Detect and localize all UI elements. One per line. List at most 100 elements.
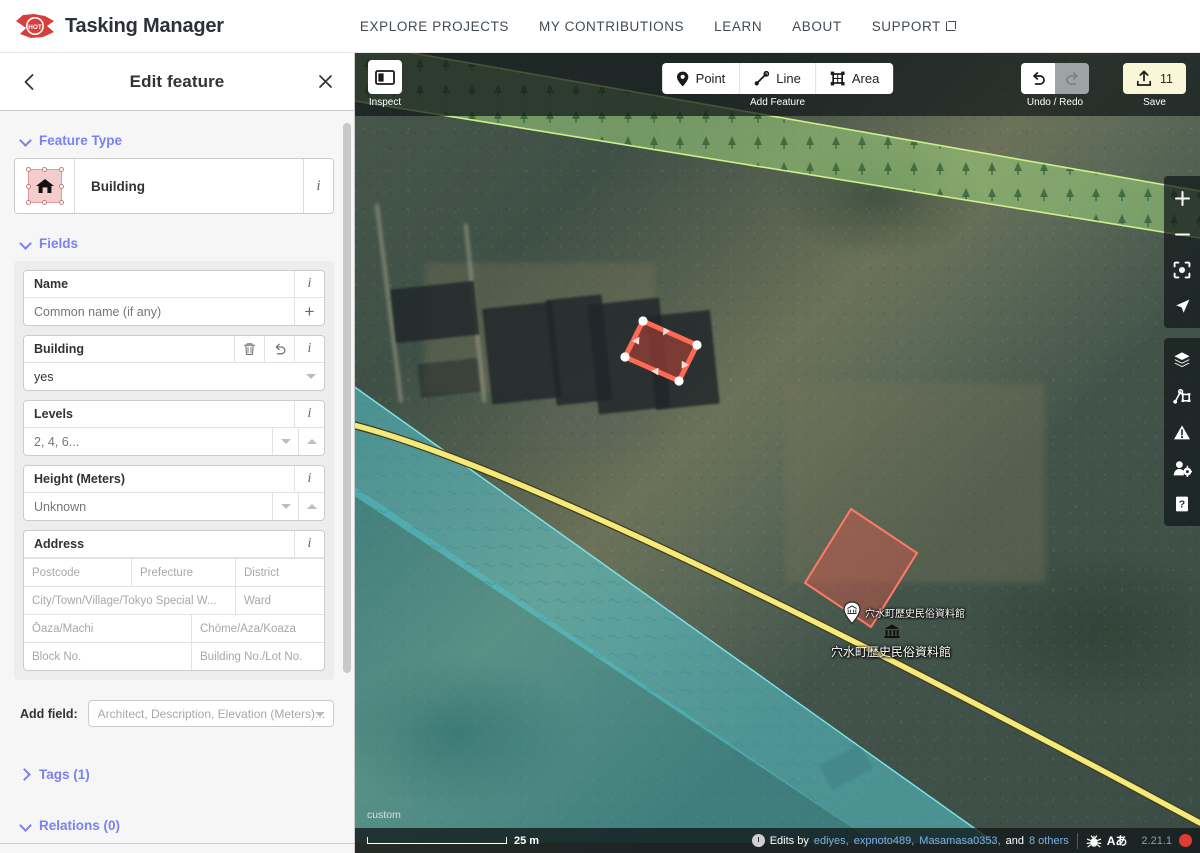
add-name-button[interactable]: + bbox=[294, 298, 324, 325]
levels-increment-icon[interactable] bbox=[298, 428, 324, 455]
museum-building bbox=[803, 507, 919, 629]
editor-link-3[interactable]: Masamasa0353, bbox=[919, 835, 1000, 847]
address-postcode-input[interactable]: Postcode bbox=[24, 559, 132, 586]
selected-building bbox=[620, 316, 702, 386]
preferences-button[interactable] bbox=[1164, 450, 1200, 486]
tags-disclosure[interactable]: Tags (1) bbox=[20, 767, 334, 782]
help-book-icon: ? bbox=[1176, 496, 1188, 512]
nav-link-label: ABOUT bbox=[792, 18, 842, 34]
height-decrement-icon[interactable] bbox=[272, 493, 298, 520]
add-field-combo[interactable]: Architect, Description, Elevation (Meter… bbox=[87, 700, 334, 727]
name-input[interactable] bbox=[24, 298, 294, 325]
levels-input[interactable] bbox=[24, 428, 272, 455]
zoom-out-button[interactable] bbox=[1164, 216, 1200, 252]
sidebar-scrollbar[interactable] bbox=[343, 111, 351, 843]
undo-field-icon[interactable] bbox=[264, 336, 294, 362]
background-settings-button[interactable] bbox=[1164, 342, 1200, 378]
address-building-no-input[interactable]: Building No./Lot No. bbox=[192, 643, 324, 670]
editor-link-2[interactable]: expnoto489, bbox=[854, 835, 915, 847]
brand-logo-link[interactable]: HOT Tasking Manager bbox=[0, 12, 224, 40]
back-button[interactable] bbox=[16, 69, 42, 95]
help-button[interactable]: ? bbox=[1164, 486, 1200, 522]
zoom-to-selection-button[interactable] bbox=[1164, 252, 1200, 288]
fields-disclosure[interactable]: Fields bbox=[20, 236, 334, 251]
map-canvas[interactable]: 穴水町歴史民俗資料館 穴水町歴史民俗資料館 Inspect Point Line… bbox=[355, 53, 1200, 853]
brand-title: Tasking Manager bbox=[65, 14, 224, 37]
levels-decrement-icon[interactable] bbox=[272, 428, 298, 455]
field-info-icon[interactable]: i bbox=[294, 271, 324, 297]
museum-poi-pin[interactable] bbox=[843, 601, 861, 630]
osm-vector-overlay bbox=[355, 53, 1200, 843]
field-header: Address i bbox=[24, 531, 324, 558]
add-point-label: Point bbox=[695, 71, 726, 86]
feature-type-preview bbox=[15, 159, 75, 213]
chevron-down-icon bbox=[315, 711, 325, 717]
hot-logo-icon: HOT bbox=[14, 12, 56, 40]
editor-link-1[interactable]: ediyes, bbox=[814, 835, 849, 847]
address-oaza-input[interactable]: Ōaza/Machi bbox=[24, 615, 192, 642]
add-area-button[interactable]: Area bbox=[816, 63, 893, 94]
address-city-input[interactable]: City/Town/Village/Tokyo Special W... bbox=[24, 587, 236, 614]
field-info-icon[interactable]: i bbox=[294, 466, 324, 492]
field-label: Name bbox=[34, 277, 69, 291]
address-row: Ōaza/Machi Chōme/Aza/Koaza bbox=[24, 614, 324, 642]
feature-type-info-icon[interactable]: i bbox=[303, 159, 333, 213]
edits-by-block: Edits by ediyes, expnoto489, Masamasa035… bbox=[751, 834, 1077, 847]
map-data-button[interactable] bbox=[1164, 378, 1200, 414]
scrollbar-thumb[interactable] bbox=[343, 123, 351, 673]
field-info-icon[interactable]: i bbox=[294, 401, 324, 427]
field-label: Address bbox=[34, 537, 85, 551]
undo-arrow-icon bbox=[1032, 71, 1045, 85]
chevron-right-icon bbox=[20, 769, 31, 780]
address-block-input[interactable]: Block No. bbox=[24, 643, 192, 670]
building-value[interactable]: yes bbox=[24, 363, 298, 390]
address-ward-input[interactable]: Ward bbox=[236, 587, 324, 614]
address-district-input[interactable]: District bbox=[236, 559, 324, 586]
field-info-icon[interactable]: i bbox=[294, 336, 324, 362]
address-prefecture-input[interactable]: Prefecture bbox=[132, 559, 236, 586]
height-input[interactable] bbox=[24, 493, 272, 520]
map-data-icon bbox=[1173, 388, 1191, 404]
version-label: 2.21.1 bbox=[1141, 834, 1172, 847]
add-point-button[interactable]: Point bbox=[662, 63, 741, 94]
nav-link-my-contributions[interactable]: MY CONTRIBUTIONS bbox=[539, 19, 684, 34]
chevron-down-icon bbox=[20, 135, 31, 146]
nav-link-explore-projects[interactable]: EXPLORE PROJECTS bbox=[360, 19, 509, 34]
area-polygon-icon bbox=[830, 71, 845, 86]
close-button[interactable] bbox=[312, 69, 338, 95]
save-count-badge: 11 bbox=[1160, 71, 1173, 86]
inspect-button[interactable] bbox=[368, 60, 402, 94]
sidebar-scroll-area[interactable]: Feature Type Building i Fields Name i Co… bbox=[0, 111, 354, 843]
nav-link-learn[interactable]: LEARN bbox=[714, 19, 762, 34]
field-info-icon[interactable]: i bbox=[294, 531, 324, 557]
address-chome-input[interactable]: Chōme/Aza/Koaza bbox=[192, 615, 324, 642]
nav-link-label: LEARN bbox=[714, 18, 763, 34]
nav-link-about[interactable]: ABOUT bbox=[792, 19, 842, 34]
add-feature-control: Point Line Area Add Feature bbox=[661, 63, 894, 108]
feature-type-row[interactable]: Building i bbox=[14, 158, 334, 214]
language-and-bug-controls[interactable]: Aあ bbox=[1078, 832, 1136, 849]
geolocate-button[interactable] bbox=[1164, 288, 1200, 324]
edits-by-prefix: Edits by bbox=[769, 834, 809, 847]
svg-text:?: ? bbox=[1179, 498, 1185, 510]
building-house-icon bbox=[25, 167, 64, 205]
nav-link-support[interactable]: SUPPORT bbox=[872, 19, 956, 34]
feature-type-disclosure[interactable]: Feature Type bbox=[20, 133, 334, 148]
height-increment-icon[interactable] bbox=[298, 493, 324, 520]
undo-button[interactable] bbox=[1021, 63, 1055, 94]
add-field-placeholder: Architect, Description, Elevation (Meter… bbox=[97, 706, 326, 721]
status-dot-icon bbox=[1179, 834, 1192, 847]
issues-button[interactable] bbox=[1164, 414, 1200, 450]
other-editors-link[interactable]: 8 others bbox=[1029, 835, 1069, 847]
save-button[interactable]: 11 bbox=[1123, 63, 1186, 94]
basemap-name-label: custom bbox=[367, 809, 401, 821]
nav-link-label: EXPLORE PROJECTS bbox=[359, 18, 510, 34]
relations-disclosure[interactable]: Relations (0) bbox=[20, 818, 334, 833]
add-line-button[interactable]: Line bbox=[740, 63, 816, 94]
zoom-in-button[interactable] bbox=[1164, 180, 1200, 216]
save-upload-icon bbox=[1136, 70, 1152, 86]
save-caption: Save bbox=[1143, 97, 1166, 108]
chevron-down-icon[interactable] bbox=[298, 363, 324, 390]
primary-nav-links: EXPLORE PROJECTS MY CONTRIBUTIONS LEARN … bbox=[360, 19, 956, 34]
trash-icon[interactable] bbox=[234, 336, 264, 362]
